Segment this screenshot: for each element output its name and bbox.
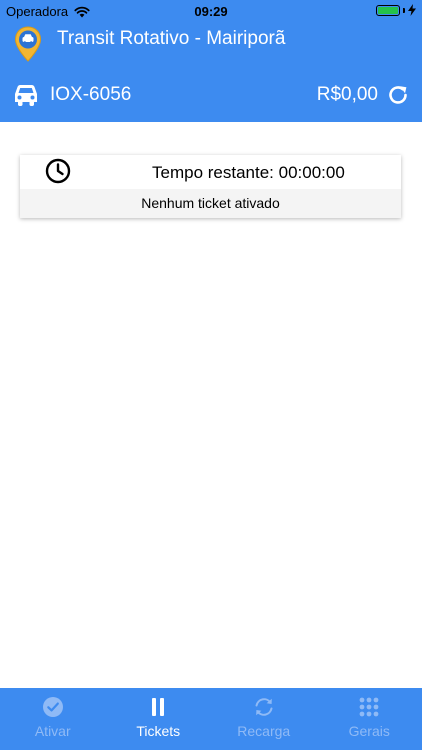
header: Operadora 09:29 Transit Rotativo - Mairi… [0,0,422,122]
ticket-timer-row: Tempo restante: 00:00:00 [20,155,401,189]
vehicle-bar: IOX-6056 R$0,00 [0,76,422,116]
check-circle-icon [42,697,63,717]
vehicle-plate[interactable]: IOX-6056 [50,84,131,106]
app-bar: Transit Rotativo - Mairiporã [0,22,422,66]
battery-indicator [376,4,416,16]
sync-icon [255,698,273,716]
car-icon [15,85,37,106]
time-remaining-label: Tempo restante: 00:00:00 [152,163,345,182]
grid-icon [359,697,379,717]
pause-icon [152,698,165,716]
tab-bar: Ativar Tickets Recarga Gerais [0,688,422,750]
app-title: Transit Rotativo - Mairiporã [57,28,286,49]
charging-bolt-icon [408,4,416,16]
clock-icon [45,158,71,184]
tab-ativar-label: Ativar [34,723,71,739]
tab-gerais[interactable]: Gerais [317,688,422,750]
battery-icon [376,4,400,16]
tab-tickets[interactable]: Tickets [106,688,212,750]
battery-tip [403,7,405,13]
tab-gerais-label: Gerais [348,723,390,739]
status-bar: Operadora 09:29 [0,0,422,22]
tab-tickets-label: Tickets [136,723,181,739]
tab-recarga-label: Recarga [237,723,291,739]
battery-fill [378,6,398,14]
app-logo-icon [14,26,42,62]
refresh-icon[interactable] [387,84,409,106]
status-time: 09:29 [194,4,228,19]
tab-ativar[interactable]: Ativar [0,688,106,750]
ticket-card: Tempo restante: 00:00:00 Nenhum ticket a… [20,155,401,218]
ticket-status: Nenhum ticket ativado [20,189,401,218]
tab-recarga[interactable]: Recarga [211,688,317,750]
balance-value: R$0,00 [316,84,378,105]
app-screen: Operadora 09:29 Transit Rotativo - Mairi… [0,0,422,750]
